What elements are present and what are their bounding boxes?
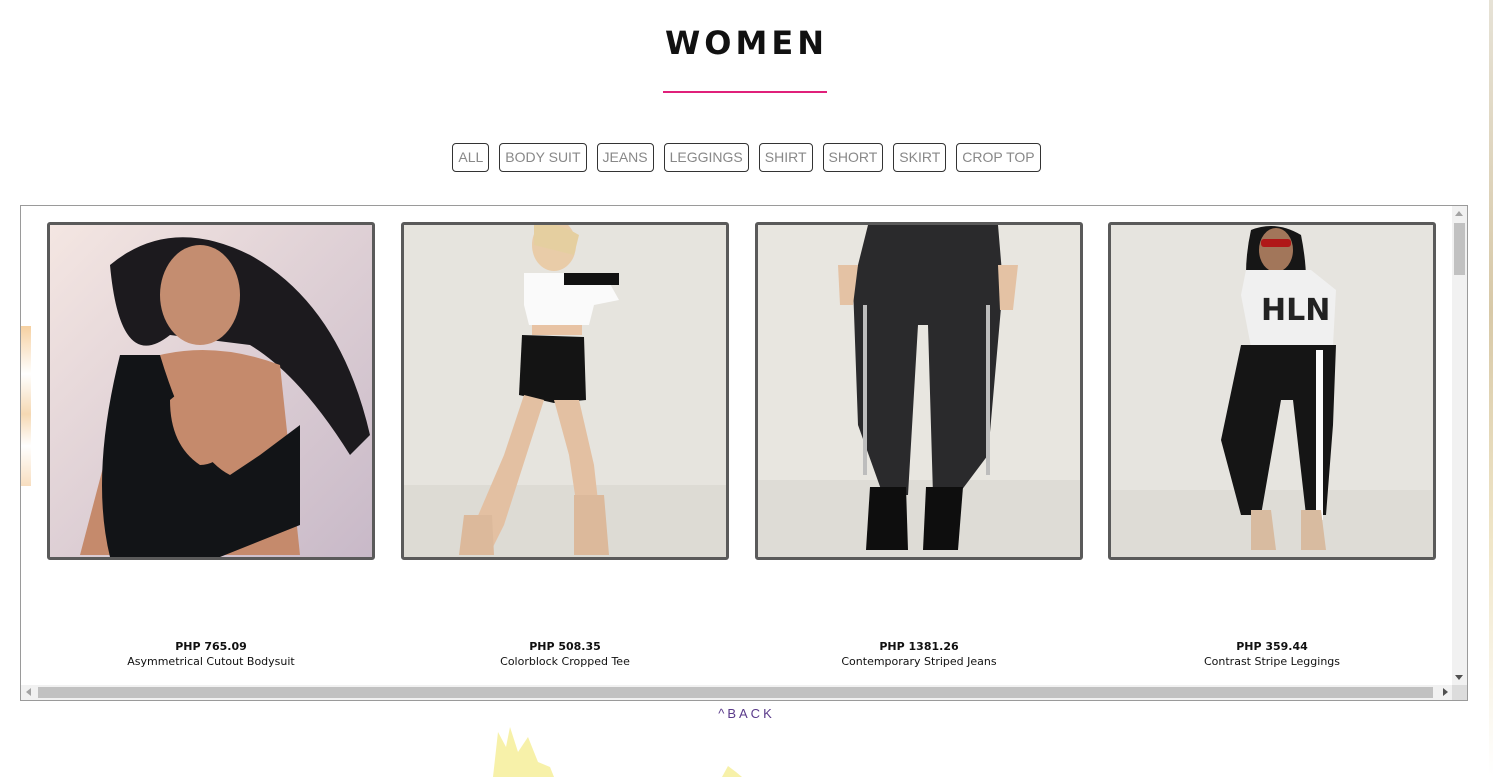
product-price: PHP 765.09 [175,640,247,653]
filter-leggings-button[interactable]: LEGGINGS [663,143,749,172]
horizontal-scrollbar[interactable] [21,685,1453,700]
scroll-right-icon[interactable] [1443,688,1448,696]
striped-jeans-photo[interactable] [755,222,1083,560]
product-card[interactable]: PHP 1381.26 Contemporary Striped Jeans [755,222,1083,668]
product-price: PHP 1381.26 [879,640,959,653]
product-price: PHP 508.35 [529,640,601,653]
background-edge [1489,0,1493,777]
decorative-splash [493,727,554,777]
scroll-down-icon[interactable] [1455,675,1463,680]
filter-short-button[interactable]: SHORT [822,143,884,172]
product-gallery[interactable]: PHP 765.09 Asymmetrical Cutout Bodysuit … [20,205,1468,701]
product-name[interactable]: Contrast Stripe Leggings [1108,655,1436,668]
filter-all-button[interactable]: ALL [452,143,490,172]
product-name[interactable]: Colorblock Cropped Tee [401,655,729,668]
scrollbar-corner [1452,685,1467,700]
filter-crop-top-button[interactable]: CROP TOP [956,143,1041,172]
stripe-leggings-photo[interactable]: HLN [1108,222,1436,560]
page-title: WOMEN [665,24,828,62]
product-card[interactable]: PHP 765.09 Asymmetrical Cutout Bodysuit [47,222,375,668]
filter-skirt-button[interactable]: SKIRT [893,143,947,172]
vertical-scrollbar[interactable] [1452,206,1467,685]
vertical-scroll-thumb[interactable] [1454,223,1465,275]
product-price: PHP 359.44 [1236,640,1308,653]
product-card[interactable]: PHP 508.35 Colorblock Cropped Tee [401,222,729,668]
filter-jeans-button[interactable]: JEANS [596,143,654,172]
product-card[interactable]: HLN PHP 359.44 Contrast Stripe Leggings [1108,222,1436,668]
product-name[interactable]: Contemporary Striped Jeans [755,655,1083,668]
scroll-up-icon[interactable] [1455,211,1463,216]
title-underline [663,91,827,93]
svg-text:HLN: HLN [1261,293,1330,328]
filter-body-suit-button[interactable]: BODY SUIT [499,143,587,172]
back-link[interactable]: ^BACK [0,706,1493,721]
horizontal-scroll-thumb[interactable] [38,687,1433,698]
bodysuit-photo[interactable] [47,222,375,560]
decorative-splash [722,766,742,777]
scroll-left-icon[interactable] [26,688,31,696]
category-filter-bar: ALL BODY SUIT JEANS LEGGINGS SHIRT SHORT… [0,143,1493,172]
filter-shirt-button[interactable]: SHIRT [758,143,813,172]
cropped-tee-photo[interactable] [401,222,729,560]
decorative-splash [21,326,31,486]
product-name[interactable]: Asymmetrical Cutout Bodysuit [47,655,375,668]
